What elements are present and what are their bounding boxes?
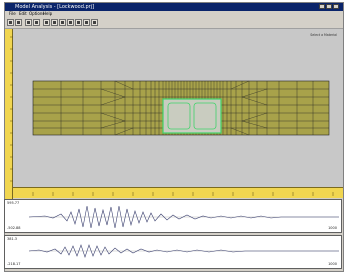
zoom-out-button[interactable]	[15, 19, 22, 26]
boundary-button[interactable]	[67, 19, 74, 26]
element-button[interactable]	[51, 19, 58, 26]
load-icon	[77, 21, 80, 24]
displacement-trace-panel: 381.3 -218.17 1000	[4, 235, 342, 269]
pan-icon	[27, 21, 30, 24]
material-button[interactable]	[59, 19, 66, 26]
trace-1-waveform	[28, 205, 339, 229]
node-icon	[45, 21, 48, 24]
run-button[interactable]	[83, 19, 90, 26]
maximize-button[interactable]	[326, 4, 332, 9]
zoom-out-icon	[17, 21, 20, 24]
minimize-button[interactable]	[319, 4, 325, 9]
node-button[interactable]	[43, 19, 50, 26]
vertical-ruler	[5, 29, 13, 199]
title-bar: Model Analysis - [Lockwood.prj]	[5, 3, 343, 11]
model-viewport[interactable]: Select a Material	[13, 29, 343, 187]
zoom-in-icon	[9, 21, 12, 24]
pan-button[interactable]	[25, 19, 32, 26]
results-button[interactable]	[91, 19, 98, 26]
trace-2-waveform	[28, 244, 339, 258]
horizontal-ruler	[13, 187, 343, 198]
acceleration-trace-panel: 595.77 -502.88 1000	[4, 199, 342, 233]
close-button[interactable]	[333, 4, 339, 9]
embedded-structure[interactable]	[162, 98, 222, 134]
zoom-in-button[interactable]	[7, 19, 14, 26]
results-icon	[93, 21, 96, 24]
vertical-ruler-ticks	[10, 36, 13, 182]
load-button[interactable]	[75, 19, 82, 26]
select-button[interactable]	[33, 19, 40, 26]
window-title: Model Analysis - [Lockwood.prj]	[15, 4, 95, 10]
finite-element-mesh[interactable]	[13, 29, 343, 187]
material-hint: Select a Material	[310, 33, 337, 37]
element-icon	[53, 21, 56, 24]
boundary-icon	[69, 21, 72, 24]
material-icon	[61, 21, 64, 24]
toolbar	[5, 17, 343, 29]
pointer-icon	[35, 21, 38, 24]
run-icon	[85, 21, 88, 24]
